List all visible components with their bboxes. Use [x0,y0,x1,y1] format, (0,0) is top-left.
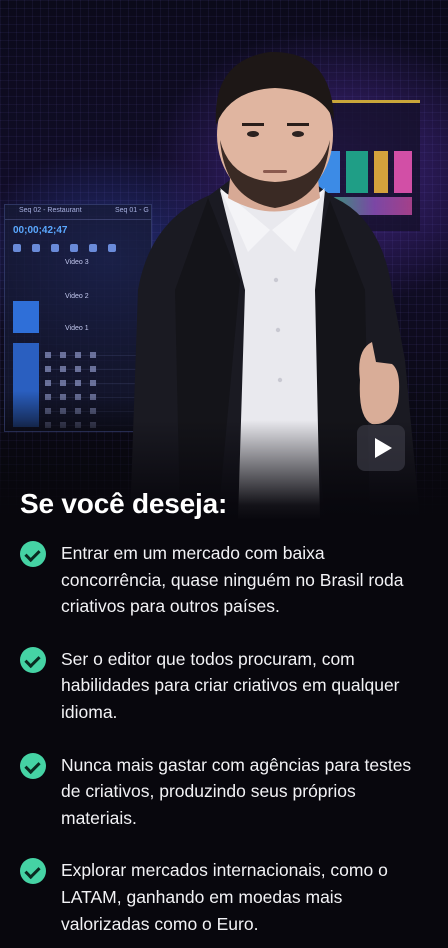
benefit-text: Nunca mais gastar com agências para test… [61,754,412,828]
benefit-item: Entrar em um mercado com baixa concorrên… [20,540,430,620]
track-label-video-1: Video 1 [65,325,89,332]
landing-page: Seq 02 - Restaurant Seq 01 - G 00;00;42;… [0,0,448,948]
benefits-list: Entrar em um mercado com baixa concorrên… [20,540,430,948]
clip-block [13,301,39,333]
section-heading: Se você deseja: [20,488,228,519]
track-label-video-2: Video 2 [65,293,89,300]
sequence-tab-restaurant: Seq 02 - Restaurant [19,207,82,214]
check-circle-icon [20,646,46,673]
benefit-item: Explorar mercados internacionais, como o… [20,857,430,937]
benefit-text: Explorar mercados internacionais, como o… [61,860,388,934]
hero-video-thumbnail[interactable]: Seq 02 - Restaurant Seq 01 - G 00;00;42;… [0,0,448,520]
track-label-video-3: Video 3 [65,259,89,266]
check-circle-icon [20,858,46,885]
check-circle-icon [20,541,46,567]
benefit-item: Ser o editor que todos procuram, com hab… [20,646,430,726]
play-button[interactable] [357,425,405,471]
benefit-text: Entrar em um mercado com baixa concorrên… [61,543,404,617]
timecode: 00;00;42;47 [13,225,68,236]
check-circle-icon [20,752,46,779]
play-icon [374,438,392,458]
benefit-item: Nunca mais gastar com agências para test… [20,752,430,832]
benefit-text: Ser o editor que todos procuram, com hab… [61,648,400,722]
